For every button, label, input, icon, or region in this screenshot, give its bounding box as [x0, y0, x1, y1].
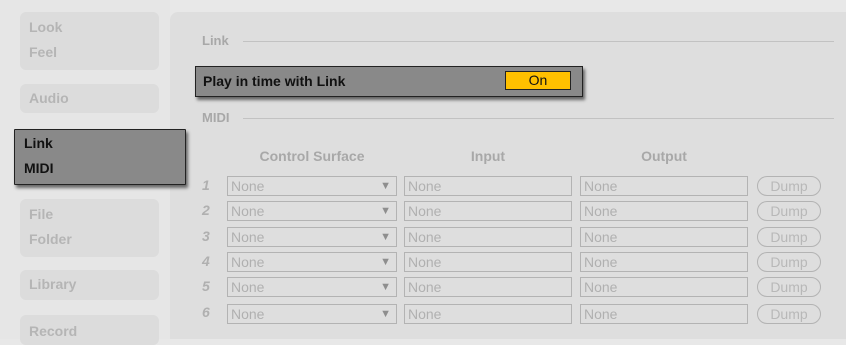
dropdown-arrow-icon: ▼ [380, 180, 391, 192]
tab-look-feel[interactable]: Look Feel [20, 12, 159, 70]
midi-section-divider [243, 118, 834, 119]
column-header-control-surface: Control Surface [259, 148, 365, 164]
dump-button[interactable]: Dump [757, 201, 821, 221]
preferences-sidebar: Look Feel Audio Link MIDI File Folder Li… [0, 0, 186, 345]
dropdown-arrow-icon: ▼ [380, 256, 391, 268]
row-number: 3 [202, 228, 210, 244]
tab-link-midi[interactable]: Link MIDI [14, 129, 186, 185]
dropdown-arrow-icon: ▼ [380, 205, 391, 217]
control-surface-value: None [231, 254, 265, 270]
control-surface-value: None [231, 178, 265, 194]
tab-audio[interactable]: Audio [20, 84, 159, 113]
play-in-time-label: Play in time with Link [203, 73, 346, 89]
control-surface-select[interactable]: None ▼ [227, 304, 397, 324]
dump-button[interactable]: Dump [757, 304, 821, 324]
dropdown-arrow-icon: ▼ [380, 281, 391, 293]
tab-label-feel: Feel [29, 44, 58, 60]
output-select[interactable]: None [580, 176, 748, 196]
control-surface-select[interactable]: None ▼ [227, 201, 397, 221]
tab-label-folder: Folder [29, 231, 72, 247]
input-select[interactable]: None [404, 304, 572, 324]
tab-label-library: Library [29, 276, 77, 292]
play-in-time-row: Play in time with Link On [195, 66, 583, 97]
column-header-output: Output [641, 148, 687, 164]
tab-label-file: File [29, 206, 54, 222]
output-select[interactable]: None [580, 227, 748, 247]
control-surface-select[interactable]: None ▼ [227, 227, 397, 247]
link-toggle-button[interactable]: On [505, 71, 571, 90]
input-select[interactable]: None [404, 252, 572, 272]
control-surface-value: None [231, 279, 265, 295]
output-select[interactable]: None [580, 304, 748, 324]
dump-button[interactable]: Dump [757, 252, 821, 272]
midi-section-title: MIDI [202, 110, 230, 125]
control-surface-select[interactable]: None ▼ [227, 176, 397, 196]
dropdown-arrow-icon: ▼ [380, 308, 391, 320]
input-select[interactable]: None [404, 227, 572, 247]
tab-label-audio: Audio [29, 90, 69, 106]
control-surface-value: None [231, 203, 265, 219]
tab-label-look: Look [29, 19, 63, 35]
output-select[interactable]: None [580, 201, 748, 221]
row-number: 4 [202, 253, 210, 269]
dump-button[interactable]: Dump [757, 176, 821, 196]
output-select[interactable]: None [580, 252, 748, 272]
dropdown-arrow-icon: ▼ [380, 231, 391, 243]
row-number: 5 [202, 278, 210, 294]
row-number: 1 [202, 177, 210, 193]
column-header-input: Input [470, 148, 506, 164]
dump-button[interactable]: Dump [757, 227, 821, 247]
tab-file-folder[interactable]: File Folder [20, 199, 159, 257]
tab-label-midi: MIDI [24, 160, 54, 176]
input-select[interactable]: None [404, 176, 572, 196]
tab-record[interactable]: Record [20, 315, 159, 345]
control-surface-value: None [231, 229, 265, 245]
tab-library[interactable]: Library [20, 270, 159, 300]
link-section-title: Link [202, 33, 229, 48]
control-surface-select[interactable]: None ▼ [227, 277, 397, 297]
input-select[interactable]: None [404, 277, 572, 297]
output-select[interactable]: None [580, 277, 748, 297]
dump-button[interactable]: Dump [757, 277, 821, 297]
link-section-divider [243, 41, 834, 42]
row-number: 6 [202, 304, 210, 320]
row-number: 2 [202, 202, 210, 218]
tab-label-link: Link [24, 135, 53, 151]
control-surface-value: None [231, 306, 265, 322]
control-surface-select[interactable]: None ▼ [227, 252, 397, 272]
tab-label-record: Record [29, 323, 78, 339]
input-select[interactable]: None [404, 201, 572, 221]
